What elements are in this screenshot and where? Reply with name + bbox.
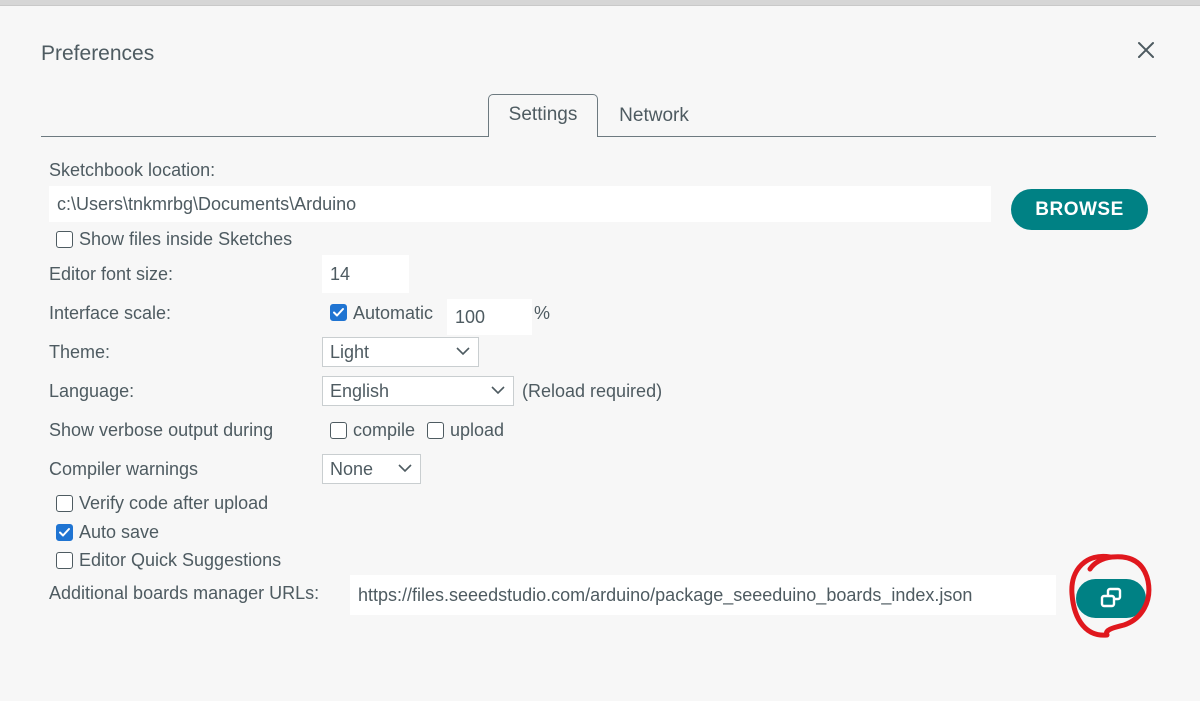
compiler-warnings-selected-value: None [330,459,374,479]
editor-font-size-label: Editor font size: [49,264,174,284]
verbose-upload-checkbox[interactable] [427,422,444,439]
automatic-scale-label: Automatic [353,303,434,323]
theme-label: Theme: [49,342,111,362]
language-select[interactable]: English [322,376,514,406]
check-icon [59,528,70,537]
language-selected-value: English [330,381,390,401]
tab-settings[interactable]: Settings [488,94,598,137]
compiler-warnings-select[interactable]: None [322,454,421,484]
verify-after-upload-checkbox[interactable] [56,495,73,512]
verbose-compile-label: compile [353,420,416,440]
verbose-compile-checkbox[interactable] [330,422,347,439]
boards-urls-edit-button[interactable] [1076,579,1146,618]
theme-select[interactable]: Light [322,337,479,367]
quick-suggestions-label: Editor Quick Suggestions [79,550,282,570]
editor-font-size-input[interactable]: 14 [322,255,409,293]
tab-network[interactable]: Network [602,96,706,136]
open-window-icon [1100,587,1122,608]
chevron-down-icon [491,386,505,395]
verify-after-upload-label: Verify code after upload [79,493,269,513]
theme-selected-value: Light [330,342,370,362]
automatic-scale-checkbox[interactable] [330,304,347,321]
chevron-down-icon [456,347,470,356]
show-files-checkbox[interactable] [56,231,73,248]
boards-urls-label: Additional boards manager URLs: [49,583,320,603]
sketchbook-location-label: Sketchbook location: [49,160,216,180]
verbose-upload-label: upload [450,420,505,440]
check-icon [333,308,344,317]
close-icon[interactable] [1134,38,1158,62]
verbose-output-label: Show verbose output during [49,420,274,440]
dialog-title: Preferences [41,42,155,65]
preferences-dialog: Preferences Settings Network Sketchbook … [0,5,1200,701]
sketchbook-location-input[interactable]: c:\Users\tnkmrbg\Documents\Arduino [49,186,991,222]
quick-suggestions-checkbox[interactable] [56,552,73,569]
browse-button[interactable]: BROWSE [1011,189,1148,230]
show-files-label: Show files inside Sketches [79,229,293,249]
interface-scale-label: Interface scale: [49,303,172,323]
interface-scale-unit: % [534,303,551,323]
chevron-down-icon [398,464,412,473]
auto-save-checkbox[interactable] [56,524,73,541]
language-label: Language: [49,381,135,401]
boards-urls-input[interactable]: https://files.seeedstudio.com/arduino/pa… [350,575,1056,615]
auto-save-label: Auto save [79,522,160,542]
reload-required-note: (Reload required) [522,381,663,401]
compiler-warnings-label: Compiler warnings [49,459,199,479]
tabs-divider [41,136,1156,137]
interface-scale-input[interactable]: 100 [447,299,532,335]
